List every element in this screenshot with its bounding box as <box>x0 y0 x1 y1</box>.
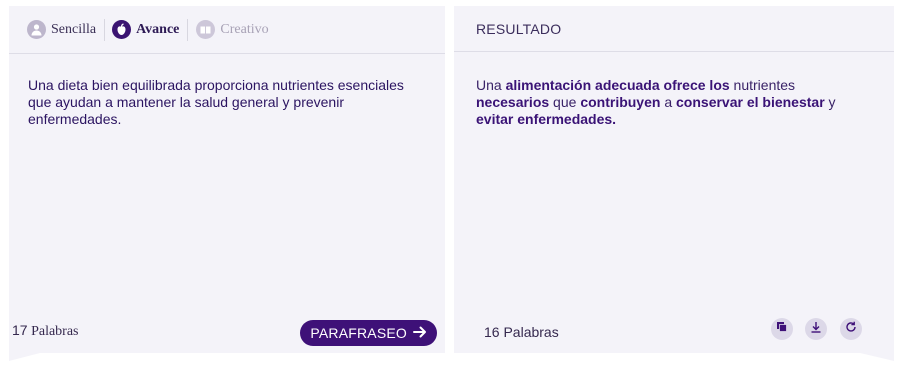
download-icon <box>810 320 822 338</box>
mode-sencilla-label: Sencilla <box>51 21 97 37</box>
input-word-count-suffix: Palabras <box>31 324 79 339</box>
result-panel: RESULTADO Una alimentación adecuada ofre… <box>454 6 894 353</box>
input-panel: Sencilla Avance Creativo Una dieta bien … <box>9 6 445 353</box>
mode-avance[interactable]: Avance <box>104 18 187 41</box>
input-word-count: 17 Palabras <box>12 322 79 340</box>
input-text-area[interactable]: Una dieta bien equilibrada proporciona n… <box>28 77 423 128</box>
mode-creativo[interactable]: Creativo <box>187 18 269 41</box>
copy-icon <box>776 320 788 338</box>
result-changed-segment: necesarios <box>476 94 550 110</box>
result-header: RESULTADO <box>454 6 894 52</box>
input-word-count-number: 17 <box>12 322 28 338</box>
mode-selector: Sencilla Avance Creativo <box>9 6 445 54</box>
person-icon <box>27 20 46 39</box>
mode-creativo-label: Creativo <box>220 21 269 37</box>
book-icon <box>196 20 216 39</box>
result-segment: que <box>549 94 581 110</box>
result-changed-segment: contribuyen <box>580 94 661 110</box>
regenerate-icon <box>845 320 857 338</box>
result-changed-segment: alimentación adecuada ofrece los <box>505 77 730 93</box>
result-segment: nutrientes <box>729 77 796 93</box>
paraphrase-button-label: PARAFRASEO <box>310 325 407 341</box>
result-segment: a <box>660 94 677 110</box>
mode-sencilla[interactable]: Sencilla <box>9 19 104 41</box>
result-word-count: 16 Palabras <box>484 324 559 340</box>
result-segment: y <box>824 94 836 110</box>
arrow-right-icon <box>413 325 427 341</box>
result-changed-segment: evitar enfermedades. <box>476 111 617 127</box>
apple-icon <box>112 20 132 39</box>
paraphrase-button[interactable]: PARAFRASEO <box>300 320 437 346</box>
result-title: RESULTADO <box>476 21 562 37</box>
download-button[interactable] <box>805 318 827 340</box>
bottom-edge <box>0 353 900 370</box>
result-changed-segment: conservar el bienestar <box>676 94 825 110</box>
regenerate-button[interactable] <box>840 318 862 340</box>
mode-avance-label: Avance <box>136 21 180 37</box>
result-segment: Una <box>476 77 506 93</box>
copy-button[interactable] <box>771 318 793 340</box>
result-text: Una alimentación adecuada ofrece los nut… <box>476 77 846 128</box>
